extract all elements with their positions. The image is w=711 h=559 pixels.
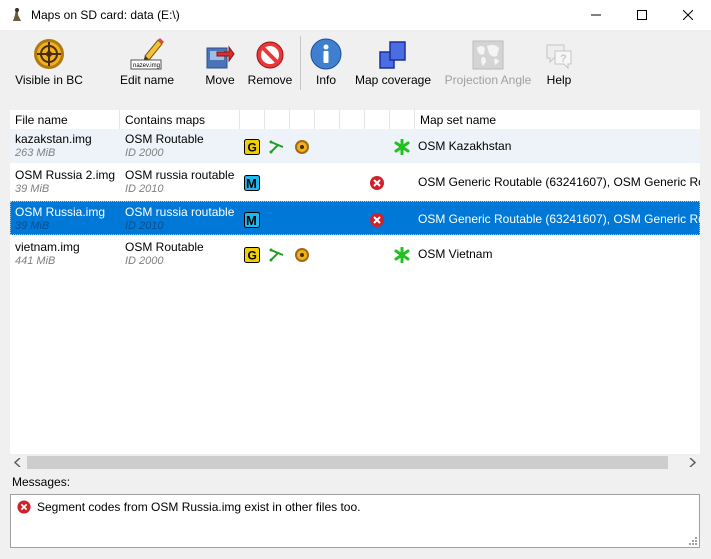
toolbar-separator bbox=[300, 36, 301, 90]
green-star-icon bbox=[394, 139, 410, 155]
red-error-icon bbox=[370, 213, 384, 227]
map-coverage-label: Map coverage bbox=[354, 73, 432, 87]
help-label: Help bbox=[546, 73, 572, 87]
move-button[interactable]: Move bbox=[199, 36, 241, 92]
crosshair-target-icon bbox=[34, 39, 64, 69]
routing-icon bbox=[269, 248, 284, 262]
help-icon: ? bbox=[546, 44, 572, 70]
projection-angle-label: Projection Angle bbox=[444, 73, 532, 87]
svg-text:nazev.img: nazev.img bbox=[133, 63, 160, 69]
file-name: OSM Russia 2.img bbox=[15, 168, 116, 182]
scroll-left-icon[interactable] bbox=[14, 458, 22, 467]
scrollbar-thumb[interactable] bbox=[27, 456, 668, 469]
info-button[interactable]: Info bbox=[309, 36, 343, 92]
column-header-icon-2[interactable] bbox=[265, 110, 290, 130]
map-id: ID 2010 bbox=[125, 220, 164, 232]
map-set-name: OSM Generic Routable (63241607), OSM Gen… bbox=[418, 212, 700, 226]
info-icon bbox=[310, 38, 342, 70]
table-row-selected[interactable]: OSM Russia.img 39 MiB OSM russia routabl… bbox=[10, 201, 700, 235]
map-set-name: OSM Kazakhstan bbox=[418, 139, 512, 153]
visible-in-bc-label: Visible in BC bbox=[15, 73, 83, 87]
minimize-button[interactable] bbox=[573, 0, 619, 30]
column-header-icon-1[interactable] bbox=[240, 110, 265, 130]
map-set-name: OSM Vietnam bbox=[418, 247, 493, 261]
red-error-icon bbox=[370, 176, 384, 190]
garmin-m-icon: M bbox=[244, 175, 260, 191]
remove-button[interactable]: Remove bbox=[245, 36, 295, 92]
file-name: vietnam.img bbox=[15, 240, 80, 254]
file-size: 39 MiB bbox=[15, 183, 50, 195]
column-header-icon-6[interactable] bbox=[365, 110, 390, 130]
target-icon bbox=[295, 248, 309, 262]
error-icon bbox=[17, 500, 31, 514]
help-button[interactable]: ? Help bbox=[542, 36, 576, 92]
column-header-icon-3[interactable] bbox=[290, 110, 315, 130]
file-size: 263 MiB bbox=[15, 147, 56, 159]
scroll-right-icon[interactable] bbox=[688, 458, 696, 467]
message-item: Segment codes from OSM Russia.img exist … bbox=[17, 500, 360, 514]
column-header-contains-maps[interactable]: Contains maps bbox=[120, 110, 240, 130]
column-header-icon-7[interactable] bbox=[390, 110, 415, 130]
column-header-icon-5[interactable] bbox=[340, 110, 365, 130]
routing-icon bbox=[269, 140, 284, 154]
map-id: ID 2000 bbox=[125, 147, 164, 159]
message-text: Segment codes from OSM Russia.img exist … bbox=[37, 500, 361, 514]
pencil-icon: nazev.img bbox=[130, 38, 164, 70]
world-map-icon bbox=[472, 40, 504, 70]
map-id: ID 2010 bbox=[125, 183, 164, 195]
projection-angle-button[interactable]: Projection Angle bbox=[440, 36, 536, 92]
column-header-map-set-name[interactable]: Map set name bbox=[415, 110, 700, 130]
toolbar: Visible in BC nazev.img Edit name Move R… bbox=[0, 30, 711, 94]
close-button[interactable] bbox=[665, 0, 711, 30]
map-name: OSM Routable bbox=[125, 240, 204, 254]
edit-name-button[interactable]: nazev.img Edit name bbox=[112, 36, 182, 92]
svg-text:G: G bbox=[248, 249, 257, 263]
garmin-g-icon: G bbox=[244, 139, 260, 155]
svg-text:M: M bbox=[246, 213, 257, 228]
map-name: OSM russia routable bbox=[125, 205, 235, 219]
target-icon bbox=[295, 140, 309, 154]
map-set-name: OSM Generic Routable (63241607), OSM Gen… bbox=[418, 175, 700, 189]
map-name: OSM russia routable bbox=[125, 168, 235, 182]
window-title: Maps on SD card: data (E:\) bbox=[31, 8, 180, 22]
green-star-icon bbox=[394, 247, 410, 263]
messages-label: Messages: bbox=[12, 475, 71, 489]
table-row[interactable]: OSM Russia 2.img 39 MiB OSM russia routa… bbox=[10, 165, 700, 199]
map-coverage-icon bbox=[379, 41, 406, 69]
file-name: OSM Russia.img bbox=[15, 205, 106, 219]
table-row[interactable]: vietnam.img 441 MiB OSM Routable ID 2000… bbox=[10, 237, 700, 271]
no-entry-icon bbox=[256, 41, 284, 69]
title-bar: Maps on SD card: data (E:\) bbox=[0, 0, 711, 30]
resize-grip-icon[interactable] bbox=[687, 535, 697, 545]
file-name: kazakstan.img bbox=[15, 132, 92, 146]
table-row[interactable]: kazakstan.img 263 MiB OSM Routable ID 20… bbox=[10, 129, 700, 163]
maps-list[interactable]: File name Contains maps Map set name kaz… bbox=[10, 110, 700, 471]
column-header-file-name[interactable]: File name bbox=[10, 110, 120, 130]
move-arrow-icon bbox=[206, 45, 235, 69]
svg-text:?: ? bbox=[560, 53, 567, 65]
garmin-g-icon: G bbox=[244, 247, 260, 263]
map-coverage-button[interactable]: Map coverage bbox=[352, 36, 434, 92]
maximize-button[interactable] bbox=[619, 0, 665, 30]
messages-box[interactable]: Segment codes from OSM Russia.img exist … bbox=[10, 494, 700, 548]
svg-text:G: G bbox=[248, 141, 257, 155]
svg-text:M: M bbox=[246, 176, 257, 191]
file-size: 441 MiB bbox=[15, 255, 56, 267]
garmin-m-icon: M bbox=[244, 212, 260, 228]
app-icon bbox=[13, 8, 21, 21]
info-label: Info bbox=[315, 73, 336, 87]
remove-label: Remove bbox=[247, 73, 293, 87]
file-size: 39 MiB bbox=[15, 220, 50, 232]
move-label: Move bbox=[205, 73, 235, 87]
edit-name-label: Edit name bbox=[119, 73, 175, 87]
map-id: ID 2000 bbox=[125, 255, 164, 267]
horizontal-scrollbar[interactable] bbox=[10, 454, 700, 471]
visible-in-bc-button[interactable]: Visible in BC bbox=[10, 36, 88, 92]
column-header-icon-4[interactable] bbox=[315, 110, 340, 130]
map-name: OSM Routable bbox=[125, 132, 204, 146]
